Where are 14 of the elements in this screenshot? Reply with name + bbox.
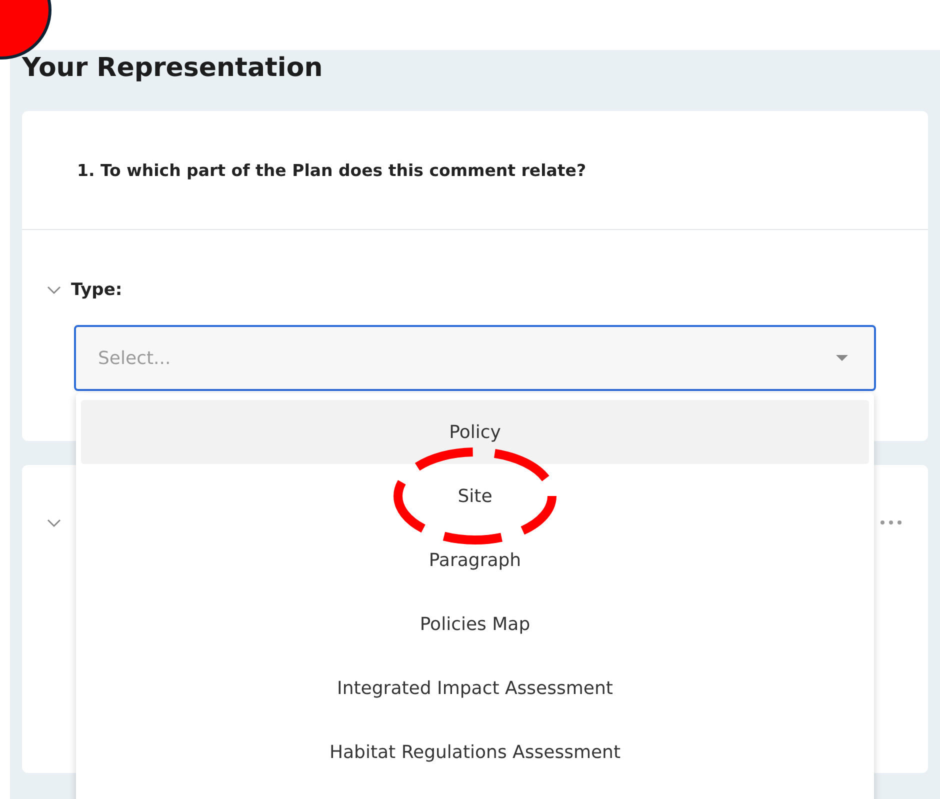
type-select[interactable]: Select... <box>74 325 876 391</box>
section-heading: Your Representation <box>22 52 323 85</box>
field-label: Type: <box>71 280 122 300</box>
chevron-icon[interactable] <box>47 286 61 294</box>
dropdown-option[interactable]: Policies Map <box>81 592 869 656</box>
dropdown-option[interactable]: Policy <box>81 400 869 464</box>
dropdown-option[interactable]: Habitat Regulations Assessment <box>81 720 869 784</box>
more-icon[interactable] <box>880 520 902 525</box>
dropdown-option[interactable]: Integrated Impact Assessment <box>81 656 869 720</box>
chevron-icon[interactable] <box>47 519 61 528</box>
question-text: 1. To which part of the Plan does this comment relate? <box>77 160 586 180</box>
dropdown-option[interactable]: Site <box>81 464 869 528</box>
dropdown-option[interactable]: Paragraph <box>81 528 869 592</box>
caret-icon <box>836 355 848 362</box>
